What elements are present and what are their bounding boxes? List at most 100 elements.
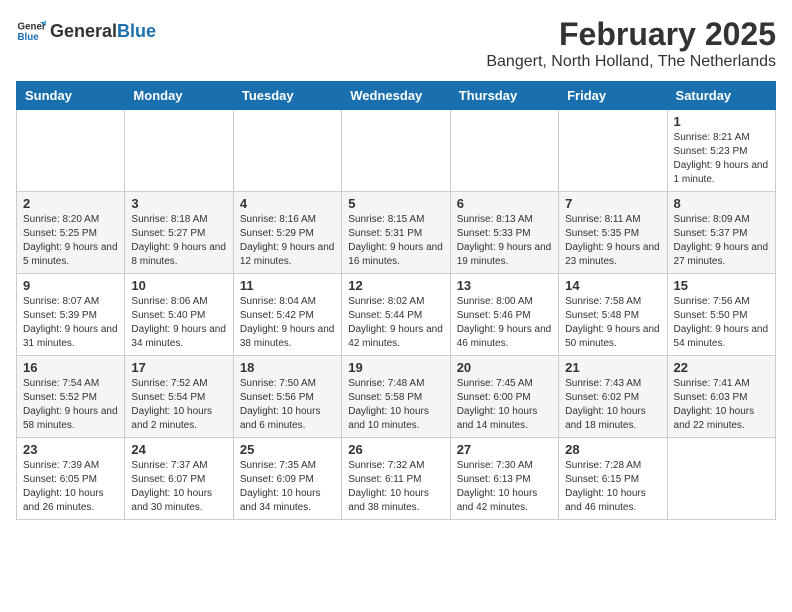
day-info: Sunrise: 8:00 AM Sunset: 5:46 PM Dayligh… <box>457 295 552 351</box>
day-number: 19 <box>348 360 443 375</box>
day-number: 13 <box>457 278 552 293</box>
calendar-cell: 8 Sunrise: 8:09 AM Sunset: 5:37 PM Daylig… <box>667 192 775 274</box>
calendar-cell <box>125 110 233 192</box>
calendar-cell <box>559 110 667 192</box>
column-header-tuesday: Tuesday <box>233 82 341 110</box>
calendar-cell: 15 Sunrise: 7:56 AM Sunset: 5:50 PM Dayli… <box>667 274 775 356</box>
day-info: Sunrise: 8:07 AM Sunset: 5:39 PM Dayligh… <box>23 295 118 351</box>
subtitle: Bangert, North Holland, The Netherlands <box>486 53 776 71</box>
calendar-cell: 11 Sunrise: 8:04 AM Sunset: 5:42 PM Dayli… <box>233 274 341 356</box>
calendar-cell <box>233 110 341 192</box>
day-info: Sunrise: 8:21 AM Sunset: 5:23 PM Dayligh… <box>674 131 769 187</box>
day-info: Sunrise: 7:56 AM Sunset: 5:50 PM Dayligh… <box>674 295 769 351</box>
day-number: 1 <box>674 114 769 129</box>
calendar-cell: 5 Sunrise: 8:15 AM Sunset: 5:31 PM Daylig… <box>342 192 450 274</box>
logo-blue: Blue <box>117 21 156 41</box>
day-number: 2 <box>23 196 118 211</box>
calendar-cell: 19 Sunrise: 7:48 AM Sunset: 5:58 PM Dayli… <box>342 356 450 438</box>
calendar-cell: 25 Sunrise: 7:35 AM Sunset: 6:09 PM Dayli… <box>233 438 341 520</box>
day-info: Sunrise: 7:43 AM Sunset: 6:02 PM Dayligh… <box>565 377 660 433</box>
day-info: Sunrise: 8:02 AM Sunset: 5:44 PM Dayligh… <box>348 295 443 351</box>
day-info: Sunrise: 7:54 AM Sunset: 5:52 PM Dayligh… <box>23 377 118 433</box>
calendar-week-1: 2 Sunrise: 8:20 AM Sunset: 5:25 PM Daylig… <box>17 192 776 274</box>
calendar-cell: 1 Sunrise: 8:21 AM Sunset: 5:23 PM Daylig… <box>667 110 775 192</box>
calendar-cell: 28Sunrise: 7:28 AM Sunset: 6:15 PM Dayli… <box>559 438 667 520</box>
day-info: Sunrise: 8:11 AM Sunset: 5:35 PM Dayligh… <box>565 213 660 269</box>
day-number: 6 <box>457 196 552 211</box>
day-info: Sunrise: 8:20 AM Sunset: 5:25 PM Dayligh… <box>23 213 118 269</box>
calendar-cell: 17Sunrise: 7:52 AM Sunset: 5:54 PM Dayli… <box>125 356 233 438</box>
calendar-cell: 10 Sunrise: 8:06 AM Sunset: 5:40 PM Dayli… <box>125 274 233 356</box>
column-header-friday: Friday <box>559 82 667 110</box>
main-title: February 2025 <box>486 16 776 53</box>
day-number: 18 <box>240 360 335 375</box>
day-number: 21 <box>565 360 660 375</box>
day-number: 8 <box>674 196 769 211</box>
day-number: 20 <box>457 360 552 375</box>
logo: General Blue GeneralBlue <box>16 16 156 46</box>
calendar-week-0: 1 Sunrise: 8:21 AM Sunset: 5:23 PM Daylig… <box>17 110 776 192</box>
title-area: February 2025 Bangert, North Holland, Th… <box>486 16 776 71</box>
column-header-wednesday: Wednesday <box>342 82 450 110</box>
day-number: 7 <box>565 196 660 211</box>
calendar-cell: 22Sunrise: 7:41 AM Sunset: 6:03 PM Dayli… <box>667 356 775 438</box>
day-number: 15 <box>674 278 769 293</box>
day-number: 25 <box>240 442 335 457</box>
calendar-cell <box>450 110 558 192</box>
day-number: 5 <box>348 196 443 211</box>
day-number: 14 <box>565 278 660 293</box>
calendar-cell: 20 Sunrise: 7:45 AM Sunset: 6:00 PM Dayli… <box>450 356 558 438</box>
calendar: SundayMondayTuesdayWednesdayThursdayFrid… <box>16 81 776 520</box>
column-header-thursday: Thursday <box>450 82 558 110</box>
calendar-cell <box>667 438 775 520</box>
calendar-cell: 9Sunrise: 8:07 AM Sunset: 5:39 PM Daylig… <box>17 274 125 356</box>
calendar-cell: 26 Sunrise: 7:32 AM Sunset: 6:11 PM Dayli… <box>342 438 450 520</box>
calendar-cell: 4 Sunrise: 8:16 AM Sunset: 5:29 PM Daylig… <box>233 192 341 274</box>
day-number: 10 <box>131 278 226 293</box>
day-info: Sunrise: 8:16 AM Sunset: 5:29 PM Dayligh… <box>240 213 335 269</box>
day-number: 11 <box>240 278 335 293</box>
calendar-cell: 21 Sunrise: 7:43 AM Sunset: 6:02 PM Dayli… <box>559 356 667 438</box>
day-info: Sunrise: 8:04 AM Sunset: 5:42 PM Dayligh… <box>240 295 335 351</box>
day-number: 16 <box>23 360 118 375</box>
calendar-cell <box>342 110 450 192</box>
calendar-cell: 16 Sunrise: 7:54 AM Sunset: 5:52 PM Dayli… <box>17 356 125 438</box>
day-info: Sunrise: 8:09 AM Sunset: 5:37 PM Dayligh… <box>674 213 769 269</box>
calendar-cell: 3Sunrise: 8:18 AM Sunset: 5:27 PM Daylig… <box>125 192 233 274</box>
calendar-cell: 6Sunrise: 8:13 AM Sunset: 5:33 PM Daylig… <box>450 192 558 274</box>
calendar-header-row: SundayMondayTuesdayWednesdayThursdayFrid… <box>17 82 776 110</box>
calendar-cell: 24 Sunrise: 7:37 AM Sunset: 6:07 PM Dayli… <box>125 438 233 520</box>
day-number: 26 <box>348 442 443 457</box>
calendar-week-4: 23Sunrise: 7:39 AM Sunset: 6:05 PM Dayli… <box>17 438 776 520</box>
calendar-cell: 13 Sunrise: 8:00 AM Sunset: 5:46 PM Dayli… <box>450 274 558 356</box>
day-info: Sunrise: 7:30 AM Sunset: 6:13 PM Dayligh… <box>457 459 552 515</box>
day-number: 22 <box>674 360 769 375</box>
calendar-week-3: 16 Sunrise: 7:54 AM Sunset: 5:52 PM Dayli… <box>17 356 776 438</box>
logo-general: General <box>50 21 117 41</box>
column-header-sunday: Sunday <box>17 82 125 110</box>
day-info: Sunrise: 8:15 AM Sunset: 5:31 PM Dayligh… <box>348 213 443 269</box>
calendar-cell: 27 Sunrise: 7:30 AM Sunset: 6:13 PM Dayli… <box>450 438 558 520</box>
svg-text:Blue: Blue <box>18 32 40 43</box>
day-info: Sunrise: 7:35 AM Sunset: 6:09 PM Dayligh… <box>240 459 335 515</box>
logo-icon: General Blue <box>16 16 46 46</box>
day-info: Sunrise: 7:52 AM Sunset: 5:54 PM Dayligh… <box>131 377 226 433</box>
day-info: Sunrise: 7:37 AM Sunset: 6:07 PM Dayligh… <box>131 459 226 515</box>
day-info: Sunrise: 8:06 AM Sunset: 5:40 PM Dayligh… <box>131 295 226 351</box>
calendar-cell <box>17 110 125 192</box>
day-info: Sunrise: 7:48 AM Sunset: 5:58 PM Dayligh… <box>348 377 443 433</box>
calendar-cell: 14Sunrise: 7:58 AM Sunset: 5:48 PM Dayli… <box>559 274 667 356</box>
calendar-cell: 2 Sunrise: 8:20 AM Sunset: 5:25 PM Daylig… <box>17 192 125 274</box>
calendar-cell: 23Sunrise: 7:39 AM Sunset: 6:05 PM Dayli… <box>17 438 125 520</box>
day-info: Sunrise: 8:18 AM Sunset: 5:27 PM Dayligh… <box>131 213 226 269</box>
day-info: Sunrise: 7:28 AM Sunset: 6:15 PM Dayligh… <box>565 459 660 515</box>
column-header-saturday: Saturday <box>667 82 775 110</box>
day-number: 24 <box>131 442 226 457</box>
day-number: 27 <box>457 442 552 457</box>
day-number: 4 <box>240 196 335 211</box>
day-number: 12 <box>348 278 443 293</box>
day-number: 23 <box>23 442 118 457</box>
day-info: Sunrise: 7:32 AM Sunset: 6:11 PM Dayligh… <box>348 459 443 515</box>
day-info: Sunrise: 7:50 AM Sunset: 5:56 PM Dayligh… <box>240 377 335 433</box>
day-info: Sunrise: 7:45 AM Sunset: 6:00 PM Dayligh… <box>457 377 552 433</box>
